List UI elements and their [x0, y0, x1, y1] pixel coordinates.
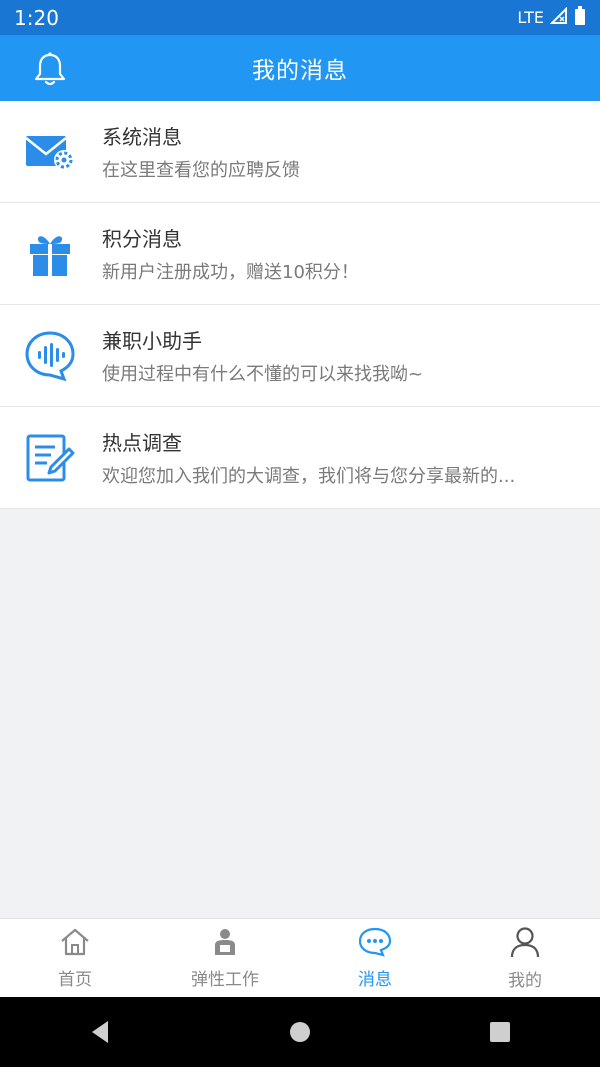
- message-subtitle: 在这里查看您的应聘反馈: [102, 160, 300, 181]
- tab-label: 首页: [58, 969, 92, 990]
- message-title: 积分消息: [102, 227, 182, 251]
- message-subtitle: 新用户注册成功，赠送10积分！: [102, 262, 359, 283]
- chat-icon: [358, 927, 392, 961]
- status-time: 1:20: [14, 5, 59, 30]
- network-label: LTE: [517, 8, 544, 27]
- app-bar: 我的消息: [0, 35, 600, 101]
- mail-gear-icon: [22, 124, 78, 180]
- page-title: 我的消息: [252, 58, 348, 84]
- back-icon[interactable]: [70, 1002, 130, 1062]
- message-item-system[interactable]: 系统消息 在这里查看您的应聘反馈: [0, 101, 600, 203]
- home-icon: [59, 927, 91, 961]
- message-list: 系统消息 在这里查看您的应聘反馈 积分消息 新用户注册成功，赠送10积分！ 兼职…: [0, 101, 600, 509]
- battery-icon: [574, 5, 586, 30]
- message-subtitle: 欢迎您加入我们的大调查，我们将与您分享最新的...: [102, 466, 516, 487]
- bottom-tab-bar: 首页 弹性工作 消息 我的: [0, 918, 600, 997]
- message-title: 兼职小助手: [102, 329, 202, 353]
- tab-label: 弹性工作: [191, 969, 259, 990]
- signal-icon: [549, 6, 568, 29]
- message-subtitle: 使用过程中有什么不懂的可以来找我呦~: [102, 364, 424, 385]
- gift-icon: [22, 226, 78, 282]
- home-button-icon[interactable]: [270, 1002, 330, 1062]
- survey-edit-icon: [22, 430, 78, 486]
- person-icon: [510, 926, 540, 962]
- status-indicators: LTE: [517, 5, 586, 30]
- empty-area: [0, 509, 600, 918]
- message-item-points[interactable]: 积分消息 新用户注册成功，赠送10积分！: [0, 203, 600, 305]
- message-title: 系统消息: [102, 125, 182, 149]
- voice-chat-icon: [22, 328, 78, 384]
- tab-messages[interactable]: 消息: [300, 919, 450, 997]
- tab-label: 消息: [358, 969, 392, 990]
- worker-icon: [211, 927, 239, 961]
- message-item-assistant[interactable]: 兼职小助手 使用过程中有什么不懂的可以来找我呦~: [0, 305, 600, 407]
- recents-icon[interactable]: [470, 1002, 530, 1062]
- tab-home[interactable]: 首页: [0, 919, 150, 997]
- tab-me[interactable]: 我的: [450, 919, 600, 997]
- message-item-survey[interactable]: 热点调查 欢迎您加入我们的大调查，我们将与您分享最新的...: [0, 407, 600, 509]
- message-title: 热点调查: [102, 431, 182, 455]
- tab-label: 我的: [508, 970, 542, 991]
- system-nav-bar: [0, 997, 600, 1067]
- bell-icon[interactable]: [30, 49, 70, 89]
- tab-flexible-work[interactable]: 弹性工作: [150, 919, 300, 997]
- status-bar: 1:20 LTE: [0, 0, 600, 35]
